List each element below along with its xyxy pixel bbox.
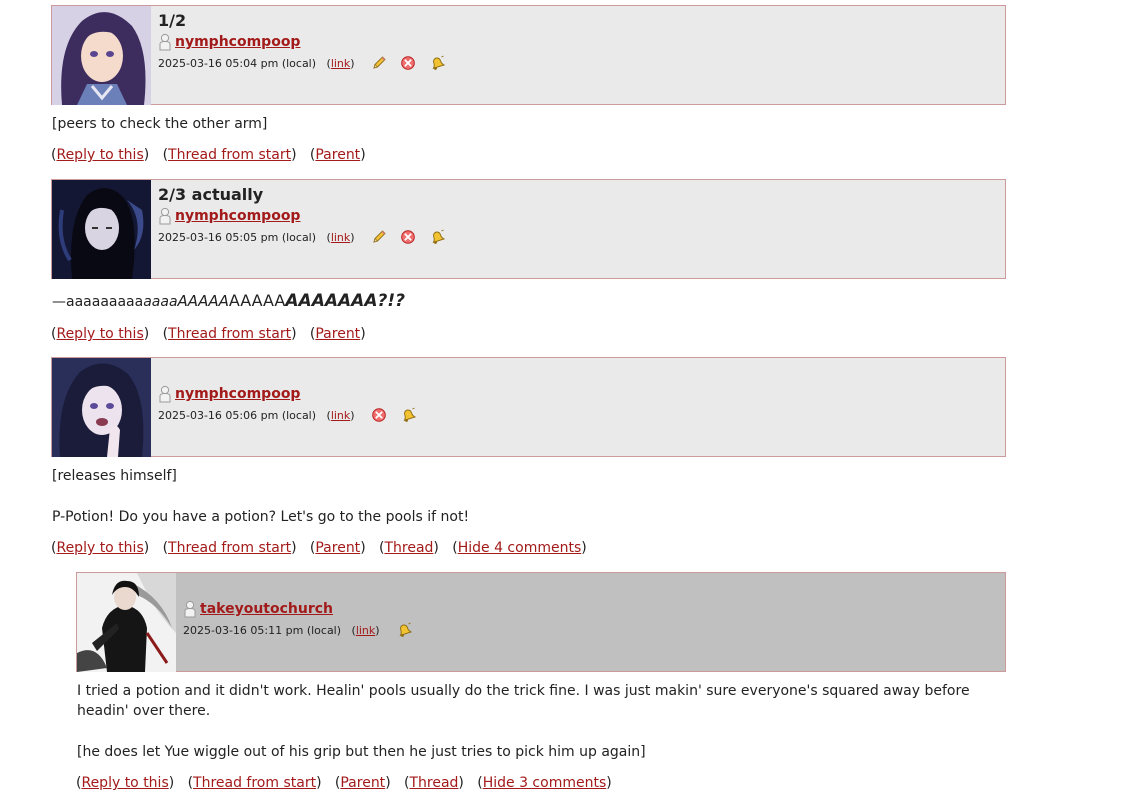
comment-text: [releases himself]	[52, 468, 177, 484]
comment-text: [he does let Yue wiggle out of his grip …	[77, 744, 646, 760]
reply-link[interactable]: Reply to this	[56, 326, 143, 342]
thread-from-start-link[interactable]: Thread from start	[168, 326, 291, 342]
reply-link[interactable]: Reply to this	[81, 775, 168, 791]
thread-link[interactable]: Thread	[384, 540, 433, 556]
username-link[interactable]: nymphcompoop	[175, 386, 300, 402]
parent-link[interactable]: Parent	[315, 147, 360, 163]
permalink[interactable]: link	[331, 231, 350, 244]
user-icon[interactable]	[158, 385, 172, 403]
comment-header: 2/3 actually nymphcompoop 2025-03-16 05:…	[51, 179, 1006, 279]
permalink[interactable]: link	[331, 409, 350, 422]
comment-2: 2/3 actually nymphcompoop 2025-03-16 05:…	[51, 179, 1006, 342]
delete-x-icon[interactable]	[371, 407, 387, 423]
username-link[interactable]: takeyoutochurch	[200, 601, 333, 617]
parent-link[interactable]: Parent	[315, 540, 360, 556]
thread-from-start-link[interactable]: Thread from start	[168, 540, 291, 556]
track-bell-icon[interactable]	[400, 407, 416, 423]
permalink[interactable]: link	[331, 57, 350, 70]
delete-x-icon[interactable]	[400, 229, 416, 245]
username-link[interactable]: nymphcompoop	[175, 34, 300, 50]
delete-x-icon[interactable]	[400, 55, 416, 71]
comment-links: (Reply to this) (Thread from start) (Par…	[51, 326, 366, 342]
comment-header: 1/2 nymphcompoop 2025-03-16 05:04 pm (lo…	[51, 5, 1006, 105]
comment-subject: 2/3 actually	[158, 185, 264, 204]
avatar[interactable]	[52, 180, 151, 279]
comment-3: nymphcompoop 2025-03-16 05:06 pm (local)…	[51, 357, 1006, 556]
comment-date: 2025-03-16 05:05 pm (local)	[158, 230, 317, 244]
comment-date: 2025-03-16 05:06 pm (local)	[158, 408, 317, 422]
permalink[interactable]: link	[356, 624, 375, 637]
hide-comments-link[interactable]: Hide 3 comments	[483, 775, 607, 791]
comment-body: [peers to check the other arm]	[51, 105, 1006, 134]
comment-text: I tried a potion and it didn't work. Hea…	[77, 683, 970, 719]
comment-body: —aaaaaaaaaaaaaAAAAAAAAAAAAAAAAA?!?	[51, 279, 1006, 312]
avatar[interactable]	[77, 573, 176, 672]
avatar[interactable]	[52, 358, 151, 457]
user-icon[interactable]	[183, 600, 197, 618]
edit-pencil-icon[interactable]	[371, 55, 387, 71]
user-icon[interactable]	[158, 207, 172, 225]
reply-link[interactable]: Reply to this	[56, 540, 143, 556]
comment-header: nymphcompoop 2025-03-16 05:06 pm (local)…	[51, 357, 1006, 457]
comment-header: takeyoutochurch 2025-03-16 05:11 pm (loc…	[76, 572, 1006, 672]
thread-from-start-link[interactable]: Thread from start	[168, 147, 291, 163]
track-bell-icon[interactable]	[429, 55, 445, 71]
comment-links: (Reply to this) (Thread from start) (Par…	[76, 775, 612, 791]
comment-text: P-Potion! Do you have a potion? Let's go…	[52, 509, 470, 525]
reply-link[interactable]: Reply to this	[56, 147, 143, 163]
comment-body: [releases himself] P-Potion! Do you have…	[51, 457, 1006, 527]
username-link[interactable]: nymphcompoop	[175, 208, 300, 224]
thread-link[interactable]: Thread	[409, 775, 458, 791]
comment-date: 2025-03-16 05:04 pm (local)	[158, 56, 317, 70]
comment-4: takeyoutochurch 2025-03-16 05:11 pm (loc…	[76, 572, 1006, 791]
hide-comments-link[interactable]: Hide 4 comments	[458, 540, 582, 556]
parent-link[interactable]: Parent	[315, 326, 360, 342]
edit-pencil-icon[interactable]	[371, 229, 387, 245]
avatar[interactable]	[52, 6, 151, 105]
comment-subject: 1/2	[158, 11, 187, 30]
comment-date: 2025-03-16 05:11 pm (local)	[183, 623, 342, 637]
comment-1: 1/2 nymphcompoop 2025-03-16 05:04 pm (lo…	[51, 5, 1006, 163]
comment-text: —aaaaaaaaaaaaaAAAAAAAAAAAAAAAAA?!?	[52, 291, 405, 311]
track-bell-icon[interactable]	[429, 229, 445, 245]
comment-links: (Reply to this) (Thread from start) (Par…	[51, 540, 587, 556]
thread-from-start-link[interactable]: Thread from start	[193, 775, 316, 791]
comment-text: [peers to check the other arm]	[52, 116, 268, 132]
track-bell-icon[interactable]	[396, 622, 412, 638]
comment-links: (Reply to this) (Thread from start) (Par…	[51, 147, 366, 163]
user-icon[interactable]	[158, 33, 172, 51]
parent-link[interactable]: Parent	[340, 775, 385, 791]
comment-body: I tried a potion and it didn't work. Hea…	[76, 672, 977, 762]
